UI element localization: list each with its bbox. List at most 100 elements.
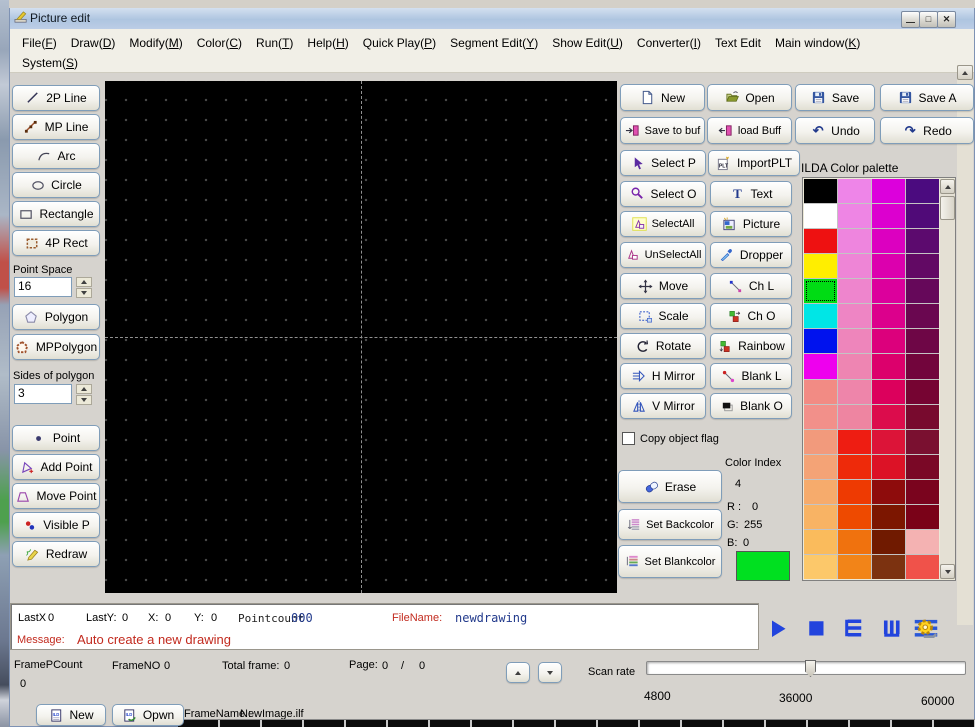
- sides-down-button[interactable]: [76, 395, 92, 405]
- palette-cell-r2c1[interactable]: [838, 229, 871, 253]
- set-backcolor-button[interactable]: Set Backcolor: [618, 509, 722, 540]
- palette-cell-r0c0[interactable]: [804, 179, 837, 203]
- palette-cell-r9c3[interactable]: [906, 405, 939, 429]
- menu-segment-edit-y[interactable]: Segment Edit(Y): [450, 36, 538, 50]
- palette-cell-r14c2[interactable]: [872, 530, 905, 554]
- palette-cell-r9c0[interactable]: [804, 405, 837, 429]
- dropper-button[interactable]: Dropper: [710, 242, 792, 268]
- palette-cell-r15c2[interactable]: [872, 555, 905, 579]
- palette-scroll-thumb[interactable]: [940, 196, 955, 220]
- palette-cell-r2c0[interactable]: [804, 229, 837, 253]
- palette-cell-r0c3[interactable]: [906, 179, 939, 203]
- menu-modify-m[interactable]: Modify(M): [129, 36, 182, 50]
- palette-cell-r4c3[interactable]: [906, 279, 939, 303]
- selectall-button[interactable]: SelectAll: [620, 211, 706, 237]
- palette-cell-r3c3[interactable]: [906, 254, 939, 278]
- palette-cell-r12c0[interactable]: [804, 480, 837, 504]
- move-point-button[interactable]: Move Point: [12, 483, 100, 509]
- visible-p-button[interactable]: Visible P: [12, 512, 100, 538]
- unselectall-button[interactable]: UnSelectAll: [620, 242, 706, 268]
- palette-cell-r11c2[interactable]: [872, 455, 905, 479]
- menu-file-f[interactable]: File(F): [22, 36, 57, 50]
- opwn-button[interactable]: ILDOpwn: [112, 704, 184, 726]
- ch-o-button[interactable]: Ch O: [710, 303, 792, 329]
- 2p-line-button[interactable]: 2P Line: [12, 85, 100, 111]
- palette-cell-r10c1[interactable]: [838, 430, 871, 454]
- palette-cell-r7c2[interactable]: [872, 354, 905, 378]
- palette-cell-r8c2[interactable]: [872, 380, 905, 404]
- rotate-button[interactable]: Rotate: [620, 333, 706, 359]
- circle-button[interactable]: Circle: [12, 172, 100, 198]
- palette-scrollbar[interactable]: [940, 179, 955, 579]
- rectangle-button[interactable]: Rectangle: [12, 201, 100, 227]
- palette-cell-r15c3[interactable]: [906, 555, 939, 579]
- redraw-button[interactable]: Redraw: [12, 541, 100, 567]
- erase-button[interactable]: Erase: [618, 470, 722, 503]
- page-up-button[interactable]: [506, 662, 530, 683]
- palette-cell-r6c1[interactable]: [838, 329, 871, 353]
- maximize-button[interactable]: □: [919, 11, 938, 28]
- picture-button[interactable]: Picture: [710, 211, 792, 237]
- menu-draw-d[interactable]: Draw(D): [71, 36, 116, 50]
- palette-cell-r4c2[interactable]: [872, 279, 905, 303]
- close-button[interactable]: ✕: [937, 11, 956, 28]
- mp-line-button[interactable]: MP Line: [12, 114, 100, 140]
- v-mirror-button[interactable]: V Mirror: [620, 393, 706, 419]
- select-o-button[interactable]: Select O: [620, 181, 706, 207]
- open-button[interactable]: Open: [707, 84, 792, 111]
- save-button[interactable]: Save: [795, 84, 875, 111]
- palette-cell-r9c1[interactable]: [838, 405, 871, 429]
- mppolygon-button[interactable]: MPPolygon: [12, 334, 100, 360]
- palette-cell-r1c3[interactable]: [906, 204, 939, 228]
- scan-rate-slider-thumb[interactable]: [805, 660, 816, 677]
- menu-show-edit-u[interactable]: Show Edit(U): [552, 36, 623, 50]
- palette-cell-r7c3[interactable]: [906, 354, 939, 378]
- palette-cell-r13c3[interactable]: [906, 505, 939, 529]
- sides-up-button[interactable]: [76, 384, 92, 394]
- palette-cell-r6c2[interactable]: [872, 329, 905, 353]
- drawing-canvas[interactable]: [105, 81, 617, 593]
- importplt-button[interactable]: PLTImportPLT: [708, 150, 800, 176]
- palette-cell-r8c3[interactable]: [906, 380, 939, 404]
- window-scroll-up-button[interactable]: [957, 65, 973, 80]
- page-down-button[interactable]: [538, 662, 562, 683]
- undo-button[interactable]: ↶Undo: [795, 117, 875, 144]
- palette-cell-r15c1[interactable]: [838, 555, 871, 579]
- polygon-button[interactable]: Polygon: [12, 304, 100, 330]
- palette-cell-r0c2[interactable]: [872, 179, 905, 203]
- select-p-button[interactable]: Select P: [620, 150, 706, 176]
- palette-cell-r3c0[interactable]: [804, 254, 837, 278]
- list-v-button[interactable]: [879, 616, 903, 640]
- palette-cell-r12c1[interactable]: [838, 480, 871, 504]
- palette-cell-r13c2[interactable]: [872, 505, 905, 529]
- load-buff-button[interactable]: load Buff: [707, 117, 792, 144]
- palette-cell-r7c1[interactable]: [838, 354, 871, 378]
- palette-cell-r9c2[interactable]: [872, 405, 905, 429]
- add-point-button[interactable]: Add Point: [12, 454, 100, 480]
- palette-cell-r14c1[interactable]: [838, 530, 871, 554]
- h-mirror-button[interactable]: H Mirror: [620, 363, 706, 389]
- palette-cell-r4c0[interactable]: [804, 279, 837, 303]
- palette-cell-r3c2[interactable]: [872, 254, 905, 278]
- copy-object-flag-checkbox[interactable]: [622, 432, 635, 445]
- palette-cell-r2c3[interactable]: [906, 229, 939, 253]
- palette-cell-r5c2[interactable]: [872, 304, 905, 328]
- palette-cell-r10c2[interactable]: [872, 430, 905, 454]
- palette-cell-r13c0[interactable]: [804, 505, 837, 529]
- palette-cell-r5c3[interactable]: [906, 304, 939, 328]
- palette-cell-r8c0[interactable]: [804, 380, 837, 404]
- palette-cell-r12c3[interactable]: [906, 480, 939, 504]
- palette-cell-r13c1[interactable]: [838, 505, 871, 529]
- palette-cell-r12c2[interactable]: [872, 480, 905, 504]
- menu-main-window-k[interactable]: Main window(K): [775, 36, 860, 50]
- 4p-rect-button[interactable]: 4P Rect: [12, 230, 100, 256]
- palette-cell-r1c2[interactable]: [872, 204, 905, 228]
- palette-cell-r14c3[interactable]: [906, 530, 939, 554]
- palette-cell-r2c2[interactable]: [872, 229, 905, 253]
- window-scrollbar[interactable]: [957, 65, 973, 625]
- move-button[interactable]: Move: [620, 273, 706, 299]
- scan-rate-slider[interactable]: [646, 661, 966, 675]
- save-a-button[interactable]: Save A: [880, 84, 974, 111]
- new-button[interactable]: ILDNew: [36, 704, 106, 726]
- point-button[interactable]: Point: [12, 425, 100, 451]
